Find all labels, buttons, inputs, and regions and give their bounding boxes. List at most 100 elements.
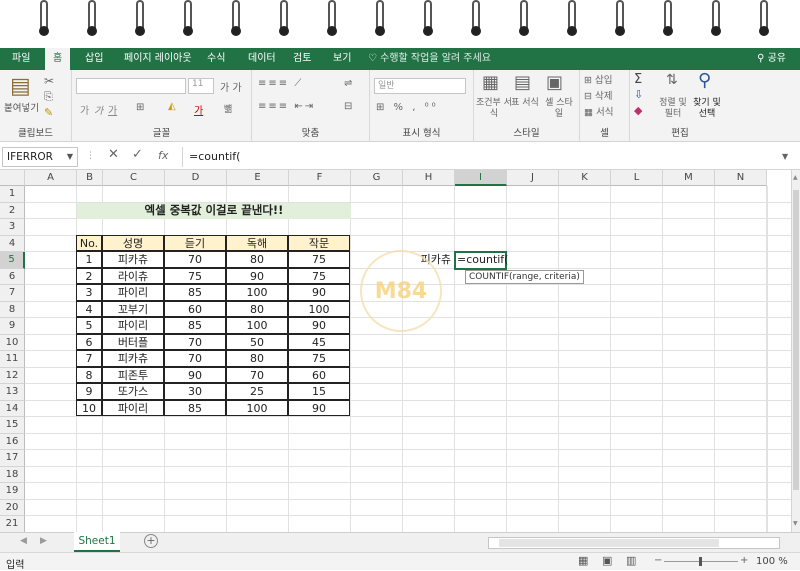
column-header-b[interactable]: B <box>77 170 103 186</box>
table-cell[interactable]: 100 <box>226 317 288 334</box>
table-cell[interactable]: 75 <box>288 251 350 268</box>
table-cell[interactable]: 4 <box>76 300 102 317</box>
sort-filter-label[interactable]: 정렬 및 필터 <box>658 98 688 120</box>
table-cell[interactable]: 5 <box>76 317 102 334</box>
table-cell[interactable]: 60 <box>288 366 350 383</box>
phonetic-icon[interactable]: 뺾 <box>224 102 232 115</box>
horizontal-scrollbar[interactable] <box>488 537 780 549</box>
column-header-k[interactable]: K <box>559 170 611 186</box>
font-grow-icon[interactable]: 가 가 <box>220 79 242 94</box>
currency-percent-icons[interactable]: ⊞ % , ⁰⁰ <box>376 102 439 113</box>
table-cell[interactable]: 90 <box>288 317 350 334</box>
autosum-icon[interactable]: Σ <box>634 72 642 87</box>
table-cell[interactable]: 70 <box>226 366 288 383</box>
table-cell[interactable]: 피존투 <box>102 366 164 383</box>
insert-function-icon[interactable]: fx <box>158 149 168 162</box>
table-format-icon[interactable]: ▤ <box>514 72 531 93</box>
table-cell[interactable]: 15 <box>288 383 350 400</box>
table-cell[interactable]: 85 <box>164 317 226 334</box>
row-header-9[interactable]: 9 <box>0 318 25 335</box>
table-cell[interactable]: 70 <box>164 251 226 268</box>
zoom-slider-thumb[interactable] <box>699 557 702 566</box>
column-header-l[interactable]: L <box>611 170 663 186</box>
table-cell[interactable]: 버터플 <box>102 333 164 350</box>
table-header-cell[interactable]: 작문 <box>288 234 350 251</box>
column-header-m[interactable]: M <box>663 170 715 186</box>
table-cell[interactable]: 60 <box>164 300 226 317</box>
sheet-title[interactable]: 엑셀 중복값 이걸로 끝낸다!! <box>77 203 351 219</box>
tab-file[interactable]: 파일 <box>12 48 30 70</box>
table-header-cell[interactable]: 성명 <box>102 234 164 251</box>
column-header-n[interactable]: N <box>715 170 767 186</box>
column-header-e[interactable]: E <box>227 170 289 186</box>
table-header-cell[interactable]: 듣기 <box>164 234 226 251</box>
format-cells-button[interactable]: ▦ 서식 <box>584 104 613 118</box>
tab-formulas[interactable]: 수식 <box>207 48 225 70</box>
cell-styles-icon[interactable]: ▣ <box>546 72 563 93</box>
row-header-8[interactable]: 8 <box>0 301 25 318</box>
fill-color-icon[interactable]: ◭ <box>168 101 176 112</box>
table-cell[interactable]: 피카츄 <box>102 350 164 367</box>
table-cell[interactable]: 80 <box>226 300 288 317</box>
table-cell[interactable]: 10 <box>76 399 102 416</box>
border-icon[interactable]: ⊞ <box>136 102 144 113</box>
clear-icon[interactable]: ◆ <box>634 104 642 117</box>
table-cell[interactable]: 파이리 <box>102 284 164 301</box>
table-cell[interactable]: 피카츄 <box>102 251 164 268</box>
delete-cells-button[interactable]: ⊟ 삭제 <box>584 88 612 102</box>
row-header-12[interactable]: 12 <box>0 367 25 384</box>
table-cell[interactable]: 75 <box>288 350 350 367</box>
vertical-scrollbar[interactable]: ▲ ▼ <box>791 170 800 532</box>
font-color-icon[interactable]: 가 <box>194 102 203 117</box>
share-button[interactable]: ⚲ 공유 <box>757 48 786 70</box>
tab-view[interactable]: 보기 <box>333 48 351 70</box>
add-sheet-icon[interactable]: + <box>144 534 158 548</box>
column-header-i[interactable]: I <box>455 170 507 186</box>
table-cell[interactable]: 30 <box>164 383 226 400</box>
table-cell[interactable]: 2 <box>76 267 102 284</box>
row-header-4[interactable]: 4 <box>0 235 25 252</box>
zoom-in-icon[interactable]: + <box>740 555 748 566</box>
h-scroll-thumb[interactable] <box>499 539 719 547</box>
cancel-icon[interactable]: ✕ <box>108 147 119 162</box>
row-header-19[interactable]: 19 <box>0 483 25 500</box>
row-header-1[interactable]: 1 <box>0 186 25 203</box>
vertical-align-icons[interactable]: ≡≡≡ ⟋ <box>258 78 303 89</box>
fill-icon[interactable]: ⇩ <box>634 88 643 101</box>
table-cell[interactable]: 90 <box>226 267 288 284</box>
enter-icon[interactable]: ✓ <box>132 147 143 162</box>
active-cell[interactable]: =countif( <box>454 251 508 270</box>
tab-page-layout[interactable]: 페이지 레이아웃 <box>124 48 192 70</box>
row-header-16[interactable]: 16 <box>0 433 25 450</box>
row-header-14[interactable]: 14 <box>0 400 25 417</box>
table-cell[interactable]: 꼬부기 <box>102 300 164 317</box>
font-name-dropdown[interactable] <box>76 78 186 94</box>
table-cell[interactable]: 45 <box>288 333 350 350</box>
scroll-thumb[interactable] <box>793 190 799 490</box>
table-header-cell[interactable]: 독해 <box>226 234 288 251</box>
table-cell[interactable]: 50 <box>226 333 288 350</box>
select-all-corner[interactable] <box>0 170 25 186</box>
sort-filter-icon[interactable]: ⇅ <box>666 72 678 88</box>
tab-home[interactable]: 홈 <box>45 48 71 70</box>
italic-button[interactable]: 가 <box>94 102 103 117</box>
paste-icon[interactable]: ▤ <box>10 74 31 99</box>
table-cell[interactable]: 3 <box>76 284 102 301</box>
tab-data[interactable]: 데이터 <box>248 48 276 70</box>
paste-button-label[interactable]: 붙여넣기 <box>4 100 39 114</box>
table-cell[interactable]: 파이리 <box>102 399 164 416</box>
row-header-3[interactable]: 3 <box>0 219 25 236</box>
column-header-j[interactable]: J <box>507 170 559 186</box>
column-header-a[interactable]: A <box>25 170 77 186</box>
expand-formula-icon[interactable]: ▼ <box>782 152 788 161</box>
row-header-21[interactable]: 21 <box>0 516 25 533</box>
bold-button[interactable]: 가 <box>80 102 89 117</box>
table-cell[interactable]: 70 <box>164 333 226 350</box>
table-cell[interactable]: 70 <box>164 350 226 367</box>
cut-icon[interactable]: ✂ <box>44 74 54 88</box>
scroll-down-icon[interactable]: ▼ <box>793 520 799 527</box>
table-cell[interactable]: 7 <box>76 350 102 367</box>
row-header-18[interactable]: 18 <box>0 466 25 483</box>
table-cell[interactable]: 85 <box>164 399 226 416</box>
row-header-13[interactable]: 13 <box>0 384 25 401</box>
